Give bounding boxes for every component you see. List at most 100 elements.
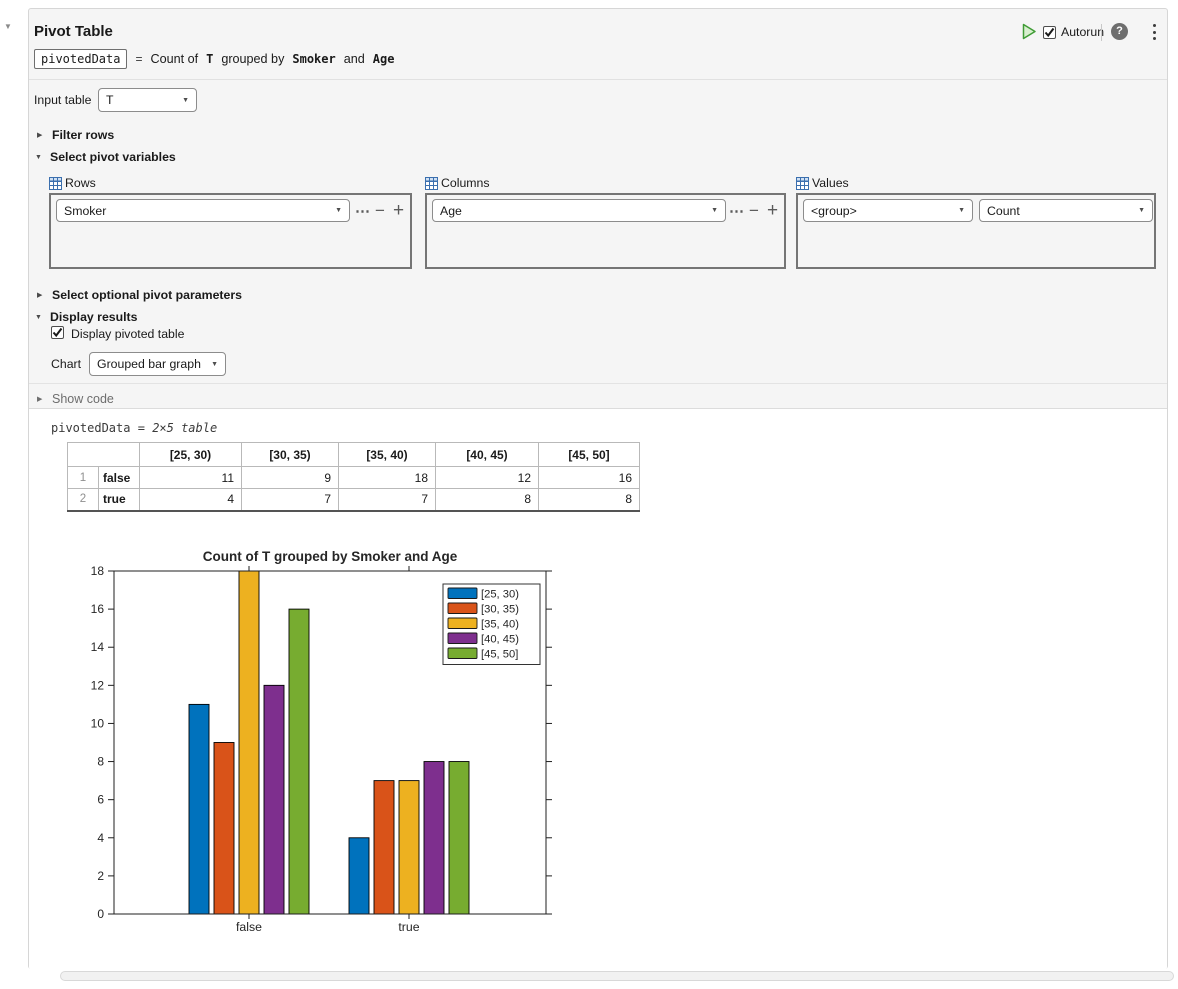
- columns-panel-label: Columns: [425, 176, 490, 190]
- table-corner-cell: [67, 442, 140, 467]
- column-header: [35, 40): [338, 442, 436, 467]
- table-row: 1 false 11 9 18 12 16: [67, 466, 640, 489]
- formula-grouped-by: grouped by: [221, 52, 285, 66]
- rows-variable-value: Smoker: [64, 203, 107, 218]
- row-name: false: [98, 466, 140, 489]
- values-group-dropdown[interactable]: <group> ▼: [803, 199, 973, 222]
- result-dimensions: 2×5 table: [152, 421, 218, 435]
- run-button[interactable]: [1019, 22, 1038, 41]
- section-filter-rows[interactable]: ▶ Filter rows: [37, 128, 114, 142]
- table-grid-icon: [425, 176, 438, 190]
- display-results-label: Display results: [50, 310, 138, 324]
- chevron-down-icon: ▼: [335, 207, 342, 214]
- columns-panel: Age ▼ ⋯ − +: [425, 193, 786, 269]
- y-tick-label: 12: [91, 678, 105, 692]
- rows-more-options-button[interactable]: ⋯: [355, 199, 371, 222]
- bar-[25, 30)-false: [188, 703, 210, 915]
- table-cell: 4: [139, 488, 242, 511]
- help-icon[interactable]: ?: [1111, 23, 1128, 40]
- section-select-optional-parameters[interactable]: ▶ Select optional pivot parameters: [37, 288, 242, 302]
- output-variable-box[interactable]: pivotedData: [34, 49, 128, 69]
- display-pivoted-table-label: Display pivoted table: [71, 327, 185, 341]
- task-formula: pivotedData = Count of T grouped by Smok…: [34, 49, 394, 69]
- formula-table-var: T: [206, 52, 214, 66]
- row-index: 1: [67, 466, 99, 489]
- formula-count-of: Count of: [150, 52, 199, 66]
- display-pivoted-table-checkbox[interactable]: [51, 326, 64, 339]
- table-cell: 12: [435, 466, 539, 489]
- collapsed-arrow-icon: ▶: [37, 396, 43, 403]
- x-category-label: true: [398, 920, 419, 934]
- check-icon: [52, 327, 63, 338]
- autorun-checkbox[interactable]: [1043, 26, 1056, 39]
- pivoted-table-container: [25, 30) [30, 35) [35, 40) [40, 45) [45, 50]…: [67, 442, 640, 512]
- formula-row-var: Smoker: [292, 52, 336, 66]
- result-variable: pivotedData: [51, 421, 131, 435]
- table-cell: 9: [241, 466, 339, 489]
- y-tick-label: 4: [97, 831, 104, 845]
- values-label-text: Values: [812, 176, 849, 190]
- row-name: true: [98, 488, 140, 511]
- bar-[35, 40)-false: [238, 570, 260, 915]
- chevron-down-icon: ▼: [211, 360, 218, 368]
- result-equals: =: [137, 421, 145, 435]
- chart-type-dropdown[interactable]: Grouped bar graph ▼: [89, 352, 226, 376]
- autorun-label: Autorun: [1061, 25, 1105, 39]
- expanded-arrow-icon: ▼: [35, 313, 42, 321]
- filter-rows-label: Filter rows: [52, 128, 115, 142]
- row-index: 2: [67, 488, 99, 511]
- horizontal-scrollbar[interactable]: [60, 971, 1174, 981]
- columns-variable-value: Age: [440, 203, 462, 218]
- expanded-arrow-icon: ▼: [35, 153, 42, 161]
- chevron-down-icon: ▼: [711, 207, 718, 214]
- section-show-code[interactable]: ▶ Show code: [37, 392, 114, 406]
- values-panel: <group> ▼ Count ▼: [796, 193, 1156, 269]
- columns-more-options-button[interactable]: ⋯: [729, 199, 745, 222]
- column-header: [45, 50]: [538, 442, 640, 467]
- columns-add-variable-button[interactable]: +: [767, 199, 778, 222]
- task-collapse-icon[interactable]: ▼: [4, 22, 12, 31]
- column-header: [40, 45): [435, 442, 539, 467]
- table-grid-icon: [49, 176, 62, 190]
- collapsed-arrow-icon: ▶: [37, 292, 43, 299]
- values-method-dropdown[interactable]: Count ▼: [979, 199, 1153, 222]
- y-tick-label: 8: [97, 755, 104, 769]
- table-cell: 7: [241, 488, 339, 511]
- rows-panel: Smoker ▼ ⋯ − +: [49, 193, 412, 269]
- bar-[40, 45)-false: [263, 684, 285, 915]
- rows-variable-dropdown[interactable]: Smoker ▼: [56, 199, 350, 222]
- task-output-area: pivotedData = 2×5 table [25, 30) [30, 35)…: [29, 408, 1167, 970]
- input-table-dropdown[interactable]: T ▼: [98, 88, 197, 112]
- values-panel-label: Values: [796, 176, 849, 190]
- section-select-pivot-variables[interactable]: ▼ Select pivot variables: [35, 150, 176, 164]
- chevron-down-icon: ▼: [958, 207, 965, 214]
- rows-panel-label: Rows: [49, 176, 96, 190]
- table-cell: 18: [338, 466, 436, 489]
- legend-label: [45, 50]: [481, 649, 518, 661]
- result-line: pivotedData = 2×5 table: [51, 421, 217, 435]
- column-header: [30, 35): [241, 442, 339, 467]
- formula-and: and: [343, 52, 365, 66]
- check-icon: [1044, 27, 1055, 38]
- table-cell: 7: [338, 488, 436, 511]
- chart-type-value: Grouped bar graph: [97, 357, 201, 371]
- bar-[30, 35)-true: [373, 780, 395, 915]
- legend-swatch: [447, 632, 478, 644]
- chevron-down-icon: ▼: [1138, 207, 1145, 214]
- table-cell: 8: [538, 488, 640, 511]
- show-code-label: Show code: [52, 392, 114, 406]
- table-cell: 11: [139, 466, 242, 489]
- rows-remove-variable-button[interactable]: −: [375, 199, 385, 222]
- columns-remove-variable-button[interactable]: −: [749, 199, 759, 222]
- column-header: [25, 30): [139, 442, 242, 467]
- live-editor-screen: ▼ Pivot Table Autorun ? pivotedData = Co…: [0, 0, 1178, 989]
- legend-label: [35, 40): [481, 619, 519, 631]
- kebab-menu-icon[interactable]: [1149, 24, 1159, 40]
- select-optional-label: Select optional pivot parameters: [52, 288, 242, 302]
- section-display-results[interactable]: ▼ Display results: [35, 310, 137, 324]
- rows-add-variable-button[interactable]: +: [393, 199, 404, 222]
- input-table-label: Input table: [34, 93, 92, 107]
- select-pivot-variables-label: Select pivot variables: [50, 150, 176, 164]
- columns-variable-dropdown[interactable]: Age ▼: [432, 199, 726, 222]
- bar-[45, 50]-true: [448, 761, 470, 915]
